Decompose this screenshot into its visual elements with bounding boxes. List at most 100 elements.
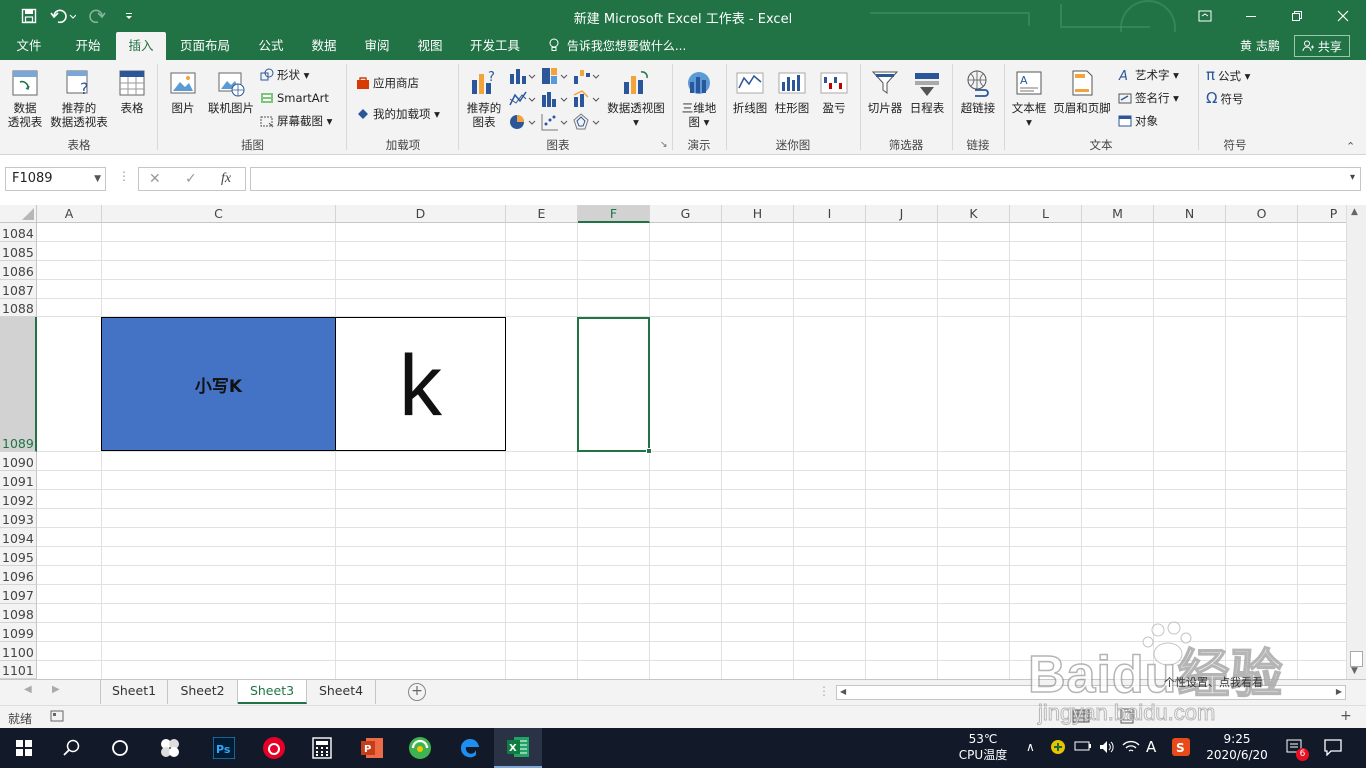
smartart-button[interactable]: SmartArt (260, 89, 329, 107)
sparkline-column-button[interactable]: 柱形图 (772, 68, 812, 115)
radar-chart-button[interactable] (572, 112, 600, 132)
column-header-h[interactable]: H (722, 205, 794, 223)
prev-sheet-icon[interactable]: ◀ (24, 684, 32, 695)
timeline-button[interactable]: 日程表 (906, 68, 948, 115)
line-chart-button[interactable] (508, 89, 536, 109)
360-browser-icon[interactable] (396, 728, 444, 768)
tab-file[interactable]: 文件 (10, 32, 48, 60)
scroll-right-icon[interactable]: ▶ (1336, 687, 1342, 696)
recommended-pivot-button[interactable]: ? 推荐的 数据透视表 (48, 68, 110, 129)
scroll-up-icon[interactable]: ▲ (1351, 207, 1358, 217)
netease-music-icon[interactable] (250, 728, 298, 768)
input-method-indicator[interactable]: A (1146, 738, 1156, 756)
waterfall-chart-button[interactable] (572, 66, 600, 86)
textbox-button[interactable]: A 文本框 ▾ (1008, 68, 1050, 129)
restore-icon[interactable] (1274, 0, 1320, 32)
row-header-1084[interactable]: 1084 (0, 223, 37, 242)
collapse-ribbon-icon[interactable]: ⌃ (1346, 140, 1355, 153)
cell-c1089[interactable]: 小写K (101, 317, 336, 451)
tab-view[interactable]: 视图 (410, 32, 450, 60)
insert-function-icon[interactable]: fx (221, 171, 231, 187)
pivot-chart-button[interactable]: 数据透视图 ▾ (604, 68, 668, 129)
page-layout-view-icon[interactable] (1118, 708, 1136, 727)
tray-app-icon[interactable] (1050, 739, 1066, 758)
shapes-button[interactable]: 形状 ▾ (260, 66, 309, 84)
battery-icon[interactable] (1074, 739, 1092, 756)
row-header-1086[interactable]: 1086 (0, 261, 37, 280)
screenshot-button[interactable]: 屏幕截图 ▾ (260, 112, 332, 130)
object-button[interactable]: 对象 (1118, 112, 1158, 130)
pie-chart-button[interactable] (508, 112, 536, 132)
column-header-a[interactable]: A (37, 205, 102, 223)
hyperlink-button[interactable]: 超链接 (956, 68, 1000, 115)
edge-icon[interactable] (446, 728, 494, 768)
vertical-scrollbar[interactable]: ▲ ▼ (1346, 205, 1366, 679)
share-button[interactable]: 共享 (1294, 35, 1350, 57)
row-header-1101[interactable]: 1101 (0, 661, 37, 679)
row-header-1094[interactable]: 1094 (0, 528, 37, 547)
volume-icon[interactable] (1098, 739, 1116, 758)
wifi-icon[interactable] (1122, 739, 1140, 758)
normal-view-icon[interactable] (1072, 708, 1090, 727)
row-header-1088[interactable]: 1088 (0, 299, 37, 317)
row-header-1096[interactable]: 1096 (0, 566, 37, 585)
row-header-1097[interactable]: 1097 (0, 585, 37, 604)
ribbon-display-options-icon[interactable] (1182, 0, 1228, 32)
photoshop-icon[interactable]: Ps (200, 728, 248, 768)
column-header-d[interactable]: D (336, 205, 506, 223)
action-center-icon[interactable] (1324, 738, 1342, 759)
formula-input[interactable]: ▾ (250, 167, 1361, 191)
row-header-1100[interactable]: 1100 (0, 642, 37, 661)
row-header-1093[interactable]: 1093 (0, 509, 37, 528)
calculator-icon[interactable] (298, 728, 346, 768)
enter-icon[interactable]: ✓ (185, 171, 197, 187)
symbol-button[interactable]: Ω 符号 (1206, 89, 1243, 107)
tab-formulas[interactable]: 公式 (252, 32, 290, 60)
column-header-m[interactable]: M (1082, 205, 1154, 223)
worksheet-grid[interactable]: A C D E F G H I J K L M N O P 1084 1085 … (0, 205, 1346, 679)
pinwheel-app-icon[interactable] (146, 728, 194, 768)
windows-start-icon[interactable] (0, 728, 48, 768)
select-all-corner[interactable] (0, 205, 37, 223)
close-icon[interactable] (1320, 0, 1366, 32)
recommended-charts-button[interactable]: ? 推荐的 图表 (462, 68, 506, 129)
row-header-1098[interactable]: 1098 (0, 604, 37, 623)
row-header-1099[interactable]: 1099 (0, 623, 37, 642)
column-header-k[interactable]: K (938, 205, 1010, 223)
sheet-tab-sheet4[interactable]: Sheet4 (307, 680, 376, 704)
row-header-1087[interactable]: 1087 (0, 280, 37, 299)
horizontal-scrollbar[interactable]: ◀ ▶ (836, 685, 1346, 700)
scroll-left-icon[interactable]: ◀ (840, 687, 846, 696)
column-header-e[interactable]: E (506, 205, 578, 223)
search-icon[interactable] (48, 728, 96, 768)
chevron-up-icon[interactable]: ∧ (1026, 740, 1035, 754)
column-header-l[interactable]: L (1010, 205, 1082, 223)
sheet-tab-sheet1[interactable]: Sheet1 (100, 680, 168, 704)
sparkline-line-button[interactable]: 折线图 (730, 68, 770, 115)
cell-d1089[interactable]: k (335, 317, 506, 451)
column-chart-button[interactable] (508, 66, 536, 86)
tab-insert[interactable]: 插入 (116, 32, 166, 60)
expand-formula-icon[interactable]: ▾ (1350, 172, 1355, 183)
online-pictures-button[interactable]: 联机图片 (204, 68, 258, 115)
add-sheet-icon[interactable]: + (408, 683, 426, 701)
3d-map-button[interactable]: 三维地 图 ▾ (678, 68, 720, 129)
row-header-1091[interactable]: 1091 (0, 471, 37, 490)
hierarchy-chart-button[interactable] (540, 66, 568, 86)
name-box[interactable]: F1089 ▼ (5, 167, 106, 191)
pictures-button[interactable]: 图片 (164, 68, 202, 115)
fill-handle[interactable] (646, 448, 652, 454)
tell-me-box[interactable]: 告诉我您想要做什么... (548, 32, 686, 60)
cpu-temperature[interactable]: 53℃ CPU温度 (948, 731, 1018, 763)
table-button[interactable]: 表格 (112, 68, 152, 115)
row-header-1090[interactable]: 1090 (0, 452, 37, 471)
slicer-button[interactable]: 切片器 (864, 68, 906, 115)
cancel-icon[interactable]: ✕ (149, 171, 161, 187)
column-header-g[interactable]: G (650, 205, 722, 223)
sogou-ime-icon[interactable]: S (1172, 738, 1190, 759)
task-view-icon[interactable] (96, 728, 144, 768)
wordart-button[interactable]: A 艺术字 ▾ (1118, 66, 1179, 84)
column-header-p[interactable]: P (1298, 205, 1346, 223)
my-addins-button[interactable]: 我的加载项 ▾ (356, 105, 440, 123)
zoom-in-icon[interactable]: + (1340, 708, 1352, 724)
